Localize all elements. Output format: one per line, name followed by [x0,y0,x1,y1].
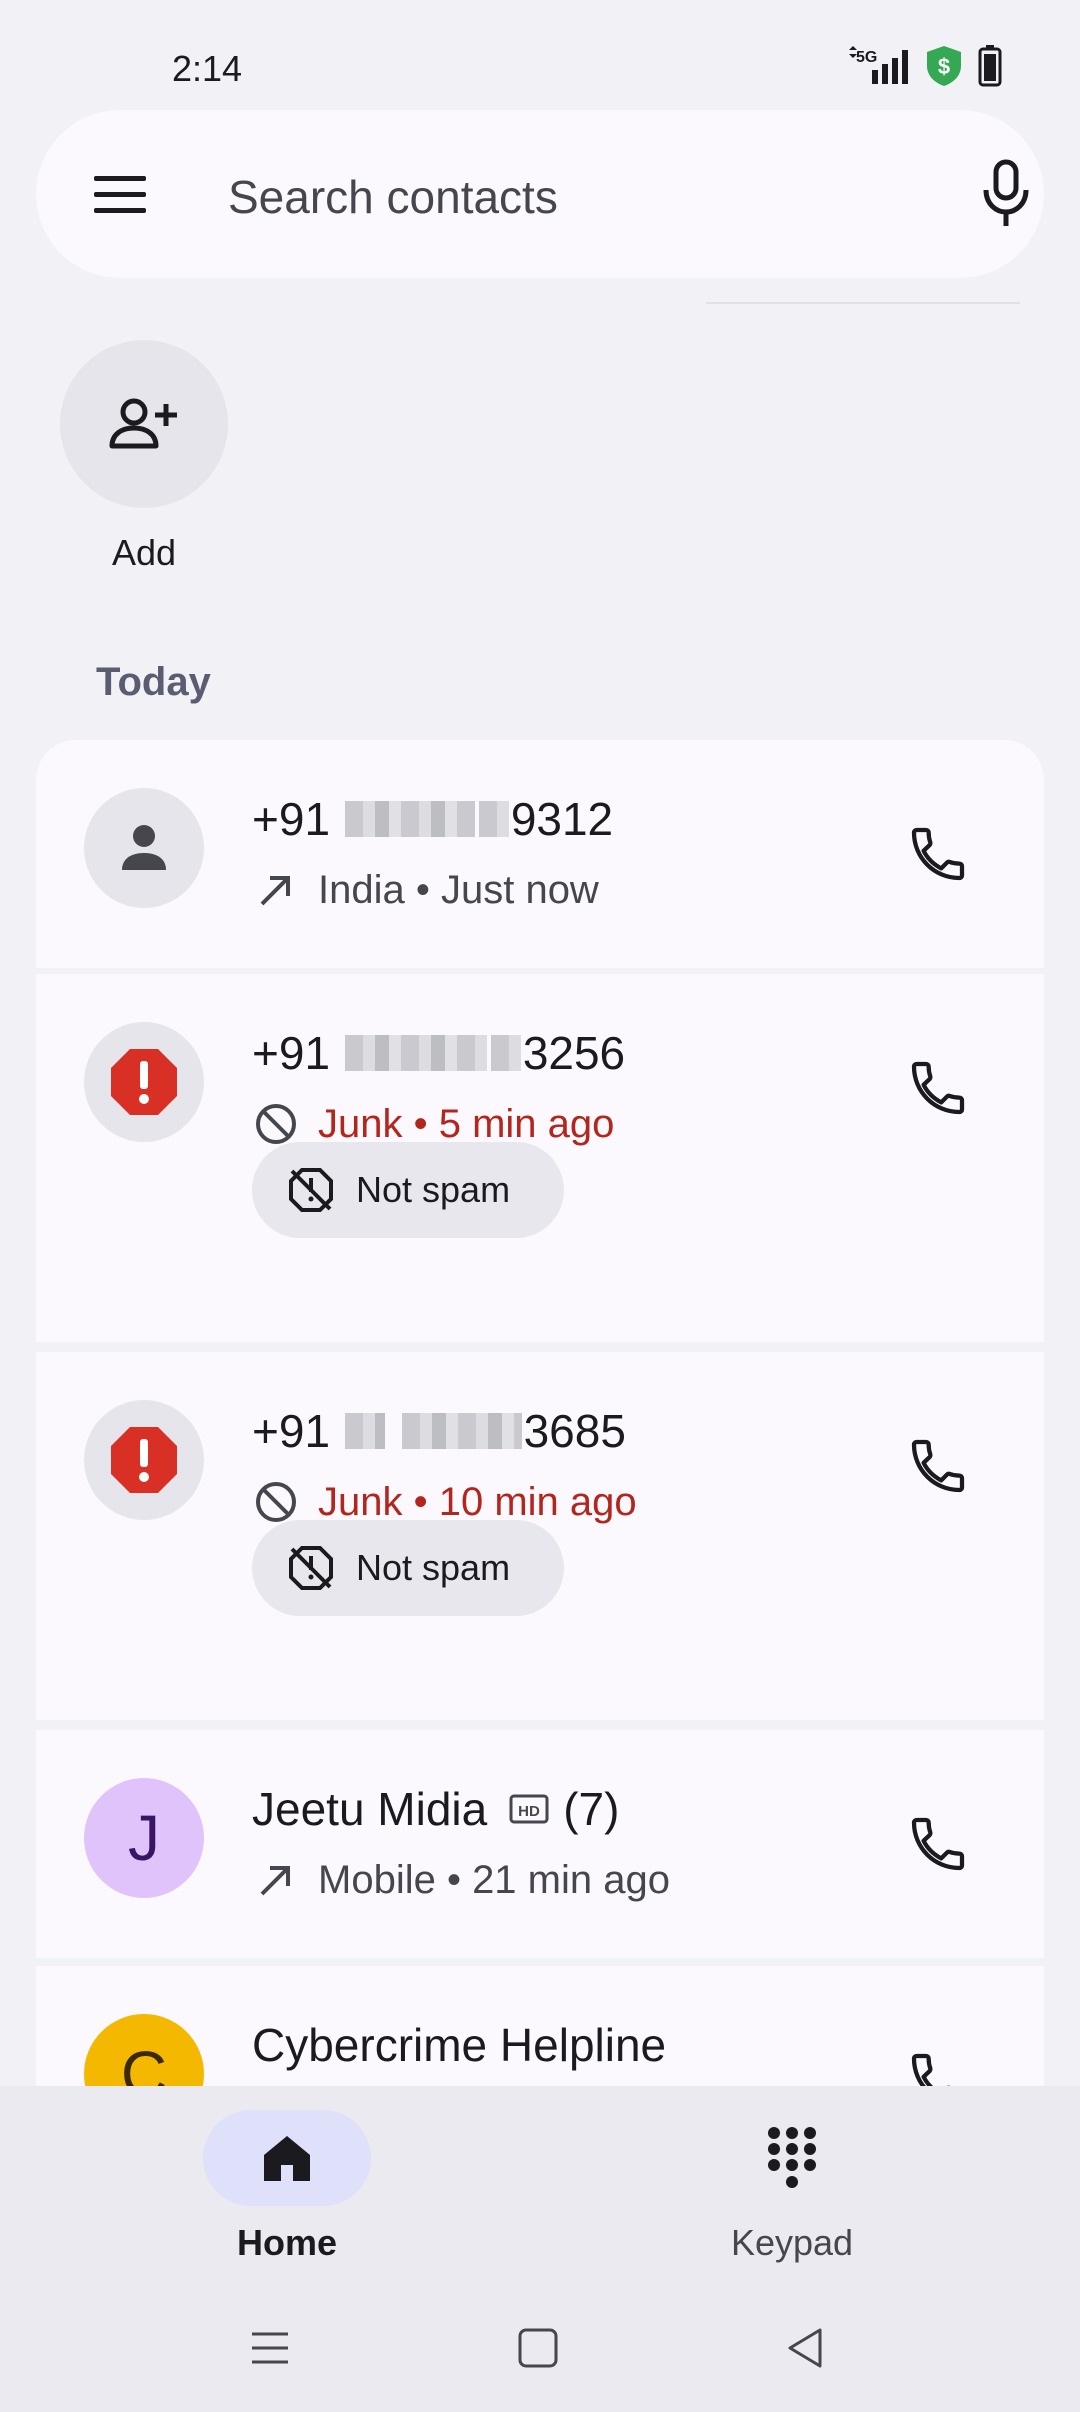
phone-icon [911,1061,965,1115]
battery-icon [978,45,1002,87]
outgoing-call-arrow-icon [252,1856,300,1904]
call-row[interactable]: +91 9312 India • Just now [36,740,1044,968]
phone-icon [911,1439,965,1493]
system-navigation-bar [0,2286,1080,2412]
call-button[interactable] [898,2040,978,2086]
redacted-digits [344,1413,385,1449]
redacted-digits [478,801,509,837]
phone-icon [911,2053,951,2086]
not-spam-button[interactable]: Not spam [252,1142,564,1238]
not-spam-icon [289,1546,333,1590]
recents-menu-icon[interactable] [248,2326,292,2370]
search-bar[interactable]: Search contacts [36,110,1044,278]
call-button[interactable] [898,1048,978,1128]
spam-warning-icon [111,1049,177,1115]
call-details: Junk • 10 min ago [252,1478,637,1526]
call-details: Junk • 5 min ago [252,1100,614,1148]
spam-warning-icon [111,1427,177,1493]
add-favorite-label: Add [111,532,177,573]
nav-home[interactable]: Home [167,2110,407,2264]
home-icon [264,2136,310,2181]
avatar[interactable] [84,1400,204,1520]
blocked-icon [252,1478,300,1526]
redacted-digits [401,1413,522,1449]
redacted-digits [344,801,475,837]
call-button[interactable] [898,1804,978,1884]
hd-icon: HD [509,1793,549,1825]
contact-name: Cybercrime Helpline [252,2019,667,2071]
call-history-list[interactable]: +91 9312 India • Just now +91 3256 Junk … [36,740,1044,2086]
section-header-today: Today [96,660,211,704]
not-spam-icon [289,1168,333,1212]
status-icons: 5G $ [846,44,1002,88]
person-icon [122,825,166,870]
add-person-icon [109,398,177,449]
blocked-icon [252,1100,300,1148]
call-row[interactable]: C Cybercrime Helpline [36,1966,1044,2086]
back-triangle-icon[interactable] [784,2326,828,2370]
contact-name: Jeetu Midia HD (7) [252,1783,620,1835]
signal-icon: 5G [849,46,908,84]
call-details: India • Just now [252,866,599,914]
divider [706,302,1020,304]
nav-home-label: Home [236,2222,338,2263]
svg-text:HD: HD [518,1803,540,1820]
not-spam-button[interactable]: Not spam [252,1520,564,1616]
status-time: 2:14 [172,48,243,89]
svg-text:5G: 5G [856,49,877,66]
home-square-icon[interactable] [516,2326,560,2370]
microphone-icon[interactable] [974,158,1038,230]
add-favorite-button[interactable] [60,340,228,508]
bottom-navigation: Home Keypad [0,2086,1080,2286]
svg-text:$: $ [938,54,950,79]
nav-keypad-label: Keypad [730,2222,854,2263]
call-row[interactable]: +91 3256 Junk • 5 min ago Not spam [36,974,1044,1342]
redacted-digits [490,1035,521,1071]
call-button[interactable] [898,1426,978,1506]
call-button[interactable] [898,814,978,894]
avatar[interactable] [84,788,204,908]
avatar[interactable] [84,1022,204,1142]
avatar[interactable]: C [84,2014,204,2086]
call-details: Mobile • 21 min ago [252,1856,670,1904]
call-number: +91 3256 [252,1027,626,1079]
outgoing-call-arrow-icon [252,866,300,914]
redacted-digits [344,1035,487,1071]
status-bar: 2:14 5G $ [0,0,1080,100]
phone-icon [911,1817,965,1871]
call-row[interactable]: +91 3685 Junk • 10 min ago Not spam [36,1352,1044,1720]
avatar[interactable]: J [84,1778,204,1898]
call-number: +91 3685 [252,1405,626,1457]
security-shield-icon: $ [927,46,961,86]
menu-icon[interactable] [92,166,148,222]
nav-keypad[interactable]: Keypad [672,2110,912,2264]
call-row[interactable]: J Jeetu Midia HD (7) Mobile • 21 min ago [36,1730,1044,1958]
phone-icon [911,827,965,881]
nav-home-indicator[interactable] [203,2110,371,2206]
search-input[interactable]: Search contacts [228,170,558,224]
dialpad-icon [768,2127,816,2188]
nav-keypad-indicator[interactable] [708,2110,876,2206]
call-number: +91 9312 [252,793,614,845]
